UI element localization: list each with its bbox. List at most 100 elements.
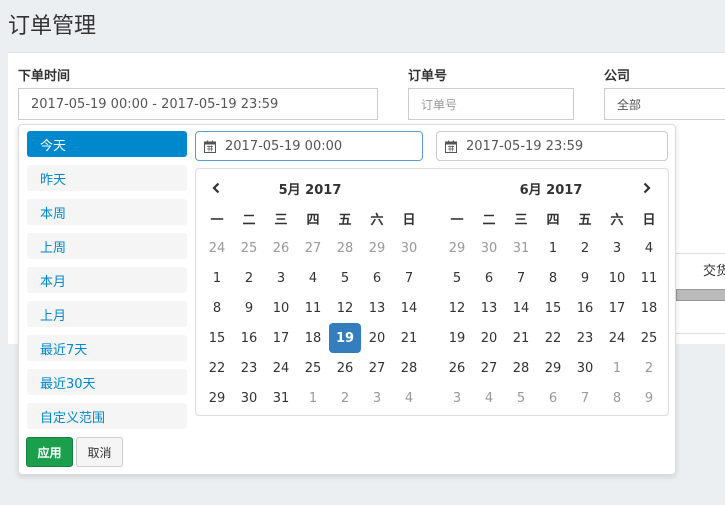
company-select[interactable]: 全部 [604,88,725,120]
calendar-day[interactable]: 6 [537,383,569,413]
calendar-day[interactable]: 23 [233,353,265,383]
calendar-day[interactable]: 3 [601,233,633,263]
calendar-day[interactable]: 21 [505,323,537,353]
calendar-day[interactable]: 3 [265,263,297,293]
calendar-day[interactable]: 12 [441,293,473,323]
calendar-day[interactable]: 24 [265,353,297,383]
calendar-day[interactable]: 14 [505,293,537,323]
next-month-button[interactable] [637,179,657,197]
calendar-day[interactable]: 28 [329,233,361,263]
calendar-day[interactable]: 29 [537,353,569,383]
calendar-day[interactable]: 27 [297,233,329,263]
calendar-day[interactable]: 1 [601,353,633,383]
calendar-day[interactable]: 22 [537,323,569,353]
calendar-day[interactable]: 21 [393,323,425,353]
calendar-day[interactable]: 12 [329,293,361,323]
order-no-input[interactable]: 订单号 [408,88,574,120]
calendar-day[interactable]: 13 [361,293,393,323]
calendar-day[interactable]: 7 [393,263,425,293]
range-option[interactable]: 最近7天 [27,335,187,361]
calendar-day[interactable]: 3 [361,383,393,413]
calendar-day[interactable]: 2 [633,353,665,383]
calendar-day[interactable]: 15 [537,293,569,323]
selected-day[interactable]: 19 [329,323,361,353]
calendar-day[interactable]: 9 [233,293,265,323]
range-option[interactable]: 上周 [27,233,187,259]
calendar-day[interactable]: 8 [537,263,569,293]
calendar-day[interactable]: 26 [265,233,297,263]
start-datetime-input[interactable]: 2017-05-19 00:00 [195,131,423,161]
calendar-day[interactable]: 29 [201,383,233,413]
calendar-day[interactable]: 5 [505,383,537,413]
calendar-day[interactable]: 1 [537,233,569,263]
calendar-day[interactable]: 6 [473,263,505,293]
calendar-day[interactable]: 22 [201,353,233,383]
calendar-day[interactable]: 10 [601,263,633,293]
calendar-day[interactable]: 30 [569,353,601,383]
order-time-field[interactable]: 2017-05-19 00:00 - 2017-05-19 23:59 [18,88,378,120]
calendar-day[interactable]: 20 [361,323,393,353]
calendar-day[interactable]: 26 [329,353,361,383]
range-option[interactable]: 自定义范围 [27,403,187,429]
calendar-day[interactable]: 31 [265,383,297,413]
calendar-day[interactable]: 3 [441,383,473,413]
calendar-day[interactable]: 2 [233,263,265,293]
calendar-day[interactable]: 1 [297,383,329,413]
calendar-day[interactable]: 17 [601,293,633,323]
calendar-day[interactable]: 14 [393,293,425,323]
calendar-day[interactable]: 25 [233,233,265,263]
calendar-day[interactable]: 28 [505,353,537,383]
apply-button[interactable]: 应用 [26,437,73,467]
calendar-day[interactable]: 2 [329,383,361,413]
calendar-day[interactable]: 11 [297,293,329,323]
range-option[interactable]: 本周 [27,199,187,225]
calendar-day[interactable]: 29 [441,233,473,263]
calendar-day[interactable]: 7 [505,263,537,293]
calendar-day[interactable]: 28 [393,353,425,383]
end-datetime-input[interactable]: 2017-05-19 23:59 [436,131,668,161]
calendar-day[interactable]: 27 [361,353,393,383]
calendar-day[interactable]: 6 [361,263,393,293]
range-option[interactable]: 最近30天 [27,369,187,395]
calendar-day[interactable]: 30 [393,233,425,263]
calendar-day[interactable]: 30 [473,233,505,263]
calendar-day[interactable]: 18 [297,323,329,353]
calendar-day[interactable]: 25 [297,353,329,383]
calendar-day[interactable]: 4 [297,263,329,293]
calendar-day[interactable]: 23 [569,323,601,353]
calendar-day[interactable]: 4 [633,233,665,263]
calendar-day[interactable]: 17 [265,323,297,353]
range-option[interactable]: 今天 [27,131,187,157]
calendar-day[interactable]: 5 [441,263,473,293]
calendar-day[interactable]: 16 [569,293,601,323]
calendar-day[interactable]: 1 [201,263,233,293]
calendar-day[interactable]: 15 [201,323,233,353]
calendar-day[interactable]: 10 [265,293,297,323]
calendar-day[interactable]: 16 [233,323,265,353]
calendar-day[interactable]: 4 [393,383,425,413]
calendar-day[interactable]: 5 [329,263,361,293]
calendar-day[interactable]: 7 [569,383,601,413]
range-option[interactable]: 本月 [27,267,187,293]
calendar-day[interactable]: 11 [633,263,665,293]
calendar-day[interactable]: 13 [473,293,505,323]
calendar-day[interactable]: 4 [473,383,505,413]
table-scrollbar[interactable] [676,289,725,301]
calendar-day[interactable]: 20 [473,323,505,353]
calendar-day[interactable]: 2 [569,233,601,263]
calendar-day[interactable]: 24 [201,233,233,263]
calendar-day[interactable]: 30 [233,383,265,413]
calendar-day[interactable]: 26 [441,353,473,383]
calendar-day[interactable]: 31 [505,233,537,263]
calendar-day[interactable]: 19 [441,323,473,353]
calendar-day[interactable]: 8 [201,293,233,323]
prev-month-button[interactable] [206,179,226,197]
calendar-day[interactable]: 24 [601,323,633,353]
calendar-day[interactable]: 27 [473,353,505,383]
calendar-day[interactable]: 18 [633,293,665,323]
range-option[interactable]: 昨天 [27,165,187,191]
calendar-day[interactable]: 25 [633,323,665,353]
calendar-day[interactable]: 9 [569,263,601,293]
range-option[interactable]: 上月 [27,301,187,327]
calendar-day[interactable]: 9 [633,383,665,413]
